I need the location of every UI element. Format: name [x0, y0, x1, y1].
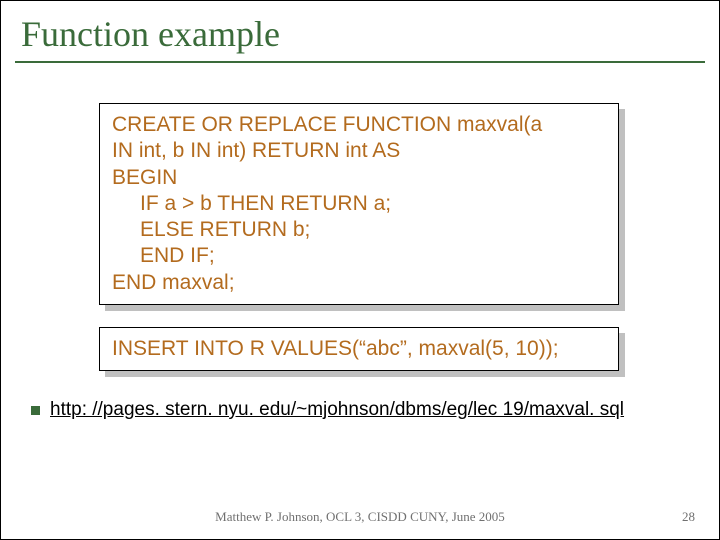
code-box-inner: INSERT INTO R VALUES(“abc”, maxval(5, 10…: [99, 327, 619, 371]
page-number: 28: [682, 509, 695, 525]
slide: Function example CREATE OR REPLACE FUNCT…: [0, 0, 720, 540]
code-box-inner: CREATE OR REPLACE FUNCTION maxval(a IN i…: [99, 103, 619, 305]
bullet-square-icon: [31, 406, 40, 415]
code-line: IN int, b IN int) RETURN int AS: [112, 138, 606, 164]
code-line: END IF;: [112, 243, 606, 269]
code-line: END maxval;: [112, 270, 606, 296]
code-line: ELSE RETURN b;: [112, 217, 606, 243]
source-link[interactable]: http: //pages. stern. nyu. edu/~mjohnson…: [50, 399, 624, 421]
code-box-insert: INSERT INTO R VALUES(“abc”, maxval(5, 10…: [99, 327, 619, 371]
code-line: BEGIN: [112, 165, 606, 191]
bullet-row: http: //pages. stern. nyu. edu/~mjohnson…: [31, 399, 719, 421]
code-line: INSERT INTO R VALUES(“abc”, maxval(5, 10…: [112, 336, 606, 362]
footer-text: Matthew P. Johnson, OCL 3, CISDD CUNY, J…: [1, 509, 719, 525]
code-box-function: CREATE OR REPLACE FUNCTION maxval(a IN i…: [99, 103, 619, 305]
title-underline: [15, 61, 705, 63]
slide-title: Function example: [1, 1, 719, 61]
code-line: IF a > b THEN RETURN a;: [112, 191, 606, 217]
code-line: CREATE OR REPLACE FUNCTION maxval(a: [112, 112, 606, 138]
